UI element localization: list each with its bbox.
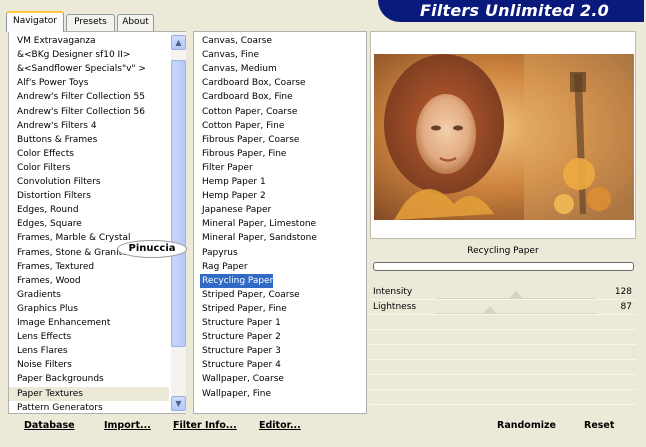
empty-slider-row <box>370 390 636 405</box>
slider-label: Intensity <box>373 287 413 297</box>
category-item[interactable]: Noise Filters <box>9 358 169 372</box>
slider-value: 87 <box>620 302 632 312</box>
category-item[interactable]: Frames, Wood <box>9 274 169 288</box>
empty-slider-row <box>370 345 636 360</box>
category-item[interactable]: Frames, Textured <box>9 260 169 274</box>
tab-presets[interactable]: Presets <box>66 14 115 31</box>
filter-item[interactable]: Cotton Paper, Coarse <box>194 105 297 119</box>
filter-item[interactable]: Mineral Paper, Sandstone <box>194 231 317 245</box>
filter-item[interactable]: Recycling Paper <box>200 273 274 288</box>
filter-item[interactable]: Structure Paper 3 <box>194 344 281 358</box>
category-scrollbar[interactable]: ▲ ▼ <box>171 32 186 413</box>
filter-item[interactable]: Rag Paper <box>194 260 248 274</box>
category-item[interactable]: Convolution Filters <box>9 175 169 189</box>
category-item[interactable]: Lens Effects <box>9 330 169 344</box>
title-banner: Filters Unlimited 2.0 <box>378 0 644 22</box>
app-title: Filters Unlimited 2.0 <box>420 1 609 20</box>
preview-frame <box>370 31 636 239</box>
filter-item[interactable]: Fibrous Paper, Fine <box>194 147 286 161</box>
scrollbar-thumb[interactable] <box>171 60 186 347</box>
empty-slider-row <box>370 360 636 375</box>
category-item[interactable]: Andrew's Filters 4 <box>9 119 169 133</box>
category-item[interactable]: Paper Backgrounds <box>9 372 169 386</box>
category-item[interactable]: Andrew's Filter Collection 55 <box>9 90 169 104</box>
slider-thumb[interactable] <box>509 291 523 299</box>
empty-slider-row <box>370 375 636 390</box>
filter-item[interactable]: Striped Paper, Fine <box>194 302 287 316</box>
category-item[interactable]: Edges, Square <box>9 217 169 231</box>
empty-slider-row <box>370 330 636 345</box>
filter-item[interactable]: Filter Paper <box>194 161 253 175</box>
progress-bar <box>373 262 634 271</box>
category-item[interactable]: Alf's Power Toys <box>9 76 169 90</box>
filter-item[interactable]: Wallpaper, Fine <box>194 387 271 401</box>
filter-item[interactable]: Canvas, Coarse <box>194 34 272 48</box>
category-item[interactable]: Graphics Plus <box>9 302 169 316</box>
slider-intensity[interactable]: Intensity 128 <box>370 285 636 300</box>
filter-item[interactable]: Japanese Paper <box>194 203 271 217</box>
filter-item[interactable]: Fibrous Paper, Coarse <box>194 133 299 147</box>
filter-item[interactable]: Mineral Paper, Limestone <box>194 217 316 231</box>
slider-thumb[interactable] <box>483 306 498 314</box>
slider-lightness[interactable]: Lightness 87 <box>370 300 636 315</box>
tab-about[interactable]: About <box>117 14 154 31</box>
filter-item[interactable]: Striped Paper, Coarse <box>194 288 300 302</box>
slider-area: Intensity 128 Lightness 87 <box>370 285 636 409</box>
filter-item[interactable]: Canvas, Medium <box>194 62 277 76</box>
filter-item[interactable]: Structure Paper 4 <box>194 358 281 372</box>
slider-value: 128 <box>614 287 632 297</box>
scroll-up-button[interactable]: ▲ <box>171 35 186 50</box>
filter-item[interactable]: Cardboard Box, Coarse <box>194 76 306 90</box>
filter-item[interactable]: Cardboard Box, Fine <box>194 90 293 104</box>
empty-slider-row <box>370 315 636 330</box>
filter-item[interactable]: Canvas, Fine <box>194 48 259 62</box>
category-item[interactable]: Color Effects <box>9 147 169 161</box>
category-item[interactable]: Paper Textures <box>9 386 169 401</box>
filter-item[interactable]: Wallpaper, Coarse <box>194 372 284 386</box>
category-item[interactable]: &<BKg Designer sf10 II> <box>9 48 169 62</box>
reset-button[interactable]: Reset <box>584 420 614 431</box>
category-item[interactable]: Edges, Round <box>9 203 169 217</box>
category-list-items: VM Extravaganza &<BKg Designer sf10 II> &<… <box>9 32 185 413</box>
import-button[interactable]: Import... <box>104 420 151 431</box>
category-item[interactable]: Lens Flares <box>9 344 169 358</box>
category-item[interactable]: &<Sandflower Specials"v" > <box>9 62 169 76</box>
filter-item[interactable]: Structure Paper 2 <box>194 330 281 344</box>
slider-label: Lightness <box>373 302 417 312</box>
category-item[interactable]: Gradients <box>9 288 169 302</box>
filter-item[interactable]: Hemp Paper 2 <box>194 189 266 203</box>
category-item[interactable]: Pattern Generators <box>9 401 169 413</box>
filter-list[interactable]: Canvas, Coarse Canvas, Fine Canvas, Medium… <box>193 31 367 414</box>
watermark-label: Pinuccia <box>117 240 187 258</box>
selected-filter-name: Recycling Paper <box>467 246 539 256</box>
tab-navigator[interactable]: Navigator <box>6 11 64 32</box>
preview-panel: Recycling Paper Intensity 128 Lightness … <box>370 31 636 414</box>
filter-list-items: Canvas, Coarse Canvas, Fine Canvas, Medium… <box>194 32 366 413</box>
category-item[interactable]: Color Filters <box>9 161 169 175</box>
category-item[interactable]: Buttons & Frames <box>9 133 169 147</box>
editor-button[interactable]: Editor... <box>259 420 301 431</box>
scroll-down-button[interactable]: ▼ <box>171 396 186 411</box>
slider-track[interactable] <box>436 313 596 314</box>
filter-item[interactable]: Structure Paper 1 <box>194 316 281 330</box>
filter-info-button[interactable]: Filter Info... <box>173 420 237 431</box>
bottom-button-bar: Database Import... Filter Info... Editor… <box>0 416 646 447</box>
category-item[interactable]: Distortion Filters <box>9 189 169 203</box>
randomize-button[interactable]: Randomize <box>497 420 556 431</box>
category-item[interactable]: Andrew's Filter Collection 56 <box>9 105 169 119</box>
filter-item[interactable]: Hemp Paper 1 <box>194 175 266 189</box>
category-list[interactable]: VM Extravaganza &<BKg Designer sf10 II> &<… <box>8 31 187 414</box>
preview-image <box>374 54 634 220</box>
filter-item[interactable]: Papyrus <box>194 246 238 260</box>
category-item[interactable]: Image Enhancement <box>9 316 169 330</box>
database-button[interactable]: Database <box>24 420 75 431</box>
filter-item[interactable]: Cotton Paper, Fine <box>194 119 284 133</box>
category-item[interactable]: VM Extravaganza <box>9 34 169 48</box>
